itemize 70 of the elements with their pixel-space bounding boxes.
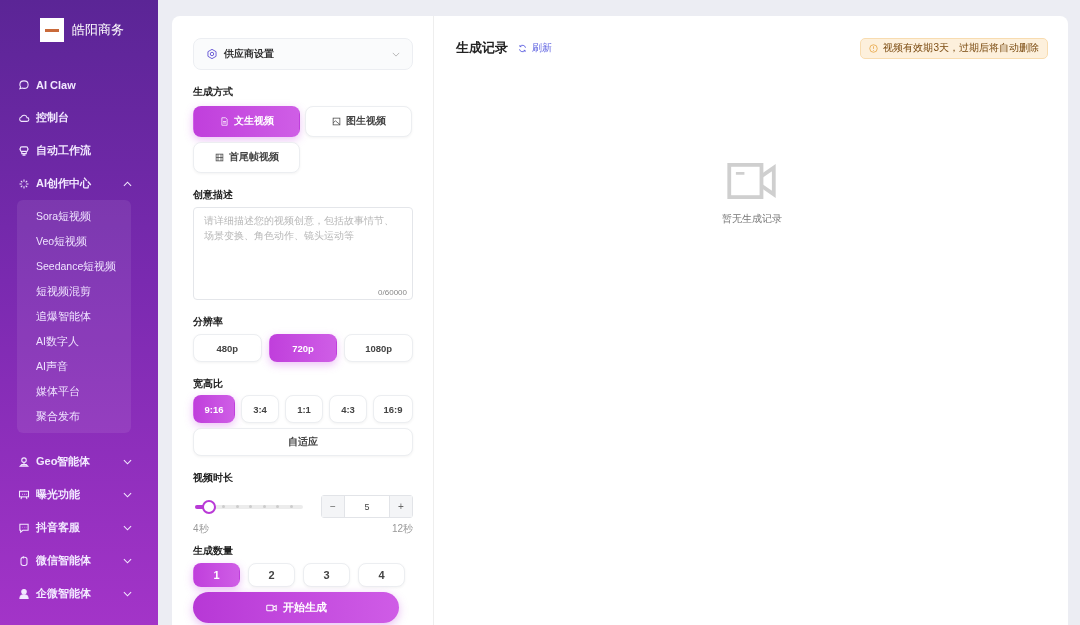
- aspect-option[interactable]: 16:9: [373, 395, 413, 423]
- nav-item[interactable]: 抖音客服: [0, 511, 158, 544]
- provider-dropdown[interactable]: 供应商设置: [193, 38, 413, 70]
- nav-item[interactable]: 控制台: [0, 101, 158, 134]
- submenu-item[interactable]: 媒体平台: [17, 379, 131, 404]
- duration-slider[interactable]: [195, 499, 303, 514]
- board-icon: [18, 488, 30, 501]
- refresh-icon: [518, 43, 527, 53]
- chat-icon: [18, 78, 30, 91]
- section-label: 生成方式: [193, 85, 234, 99]
- nav-item[interactable]: 企微智能体: [0, 577, 158, 610]
- submenu-item[interactable]: 追爆智能体: [17, 304, 131, 329]
- resolution-option[interactable]: 720p: [268, 334, 338, 362]
- empty-state-text: 暂无生成记录: [722, 213, 782, 226]
- msg-icon: [18, 521, 30, 534]
- nav-item[interactable]: 曝光功能: [0, 478, 158, 511]
- aspect-option[interactable]: 4:3: [329, 395, 367, 423]
- document-icon: [219, 117, 229, 126]
- nav-item[interactable]: 自动工作流: [0, 134, 158, 167]
- mode-option[interactable]: 文生视频: [193, 106, 300, 137]
- video-camera-icon: [727, 163, 777, 199]
- resolution-option[interactable]: 1080p: [344, 334, 413, 362]
- info-icon: [869, 43, 879, 53]
- count-option[interactable]: 1: [193, 563, 240, 587]
- nav-item[interactable]: Geo智能体: [0, 445, 158, 478]
- nav-item[interactable]: AI Claw: [0, 68, 158, 101]
- nav-item[interactable]: AI创作中心: [0, 167, 158, 200]
- decrement-button[interactable]: −: [322, 496, 344, 517]
- resolution-option[interactable]: 480p: [193, 334, 262, 362]
- submenu-item[interactable]: Sora短视频: [17, 204, 131, 229]
- brand-name: 皓阳商务: [72, 21, 124, 39]
- video-camera-icon: [265, 603, 277, 612]
- section-label: 分辨率: [193, 315, 224, 329]
- aspect-option[interactable]: 9:16: [193, 395, 235, 423]
- section-title: 生成记录: [456, 39, 508, 57]
- user-icon: [18, 587, 30, 600]
- aspect-option[interactable]: 自适应: [193, 428, 413, 456]
- max-label: 12秒: [391, 522, 413, 536]
- count-option[interactable]: 4: [358, 563, 405, 587]
- aspect-option[interactable]: 1:1: [285, 395, 323, 423]
- generate-button[interactable]: 开始生成: [193, 592, 399, 623]
- slider-thumb[interactable]: [201, 499, 216, 514]
- section-label: 生成数量: [193, 544, 234, 558]
- chevron-down-icon: [392, 51, 400, 57]
- phone-icon: [18, 554, 30, 567]
- submenu-item[interactable]: 聚合发布: [17, 404, 131, 429]
- aspect-option[interactable]: 3:4: [241, 395, 279, 423]
- submenu-item[interactable]: Veo短视频: [17, 229, 131, 254]
- section-label: 宽高比: [193, 377, 224, 391]
- submenu-item[interactable]: Seedance短视频: [17, 254, 131, 279]
- nav-item[interactable]: 微信智能体: [0, 544, 158, 577]
- section-label: 创意描述: [193, 188, 234, 202]
- submenu-item[interactable]: AI声音: [17, 354, 131, 379]
- settings-icon: [206, 48, 218, 60]
- character-counter: 0/60000: [378, 288, 407, 297]
- logo-icon: [40, 18, 64, 42]
- submenu-item[interactable]: 短视频混剪: [17, 279, 131, 304]
- submenu-item[interactable]: AI数字人: [17, 329, 131, 354]
- film-icon: [214, 153, 224, 162]
- spark-icon: [18, 177, 30, 190]
- refresh-link[interactable]: 刷新: [518, 41, 552, 55]
- notice-text: 视频有效期3天，过期后将自动删除: [883, 41, 1039, 55]
- count-option[interactable]: 3: [303, 563, 350, 587]
- increment-button[interactable]: +: [390, 496, 412, 517]
- mode-option[interactable]: 图生视频: [305, 106, 412, 137]
- count-option[interactable]: 2: [248, 563, 295, 587]
- image-icon: [331, 117, 341, 126]
- mode-option[interactable]: 首尾帧视频: [193, 142, 300, 173]
- section-label: 视频时长: [193, 471, 234, 485]
- min-label: 4秒: [193, 522, 209, 536]
